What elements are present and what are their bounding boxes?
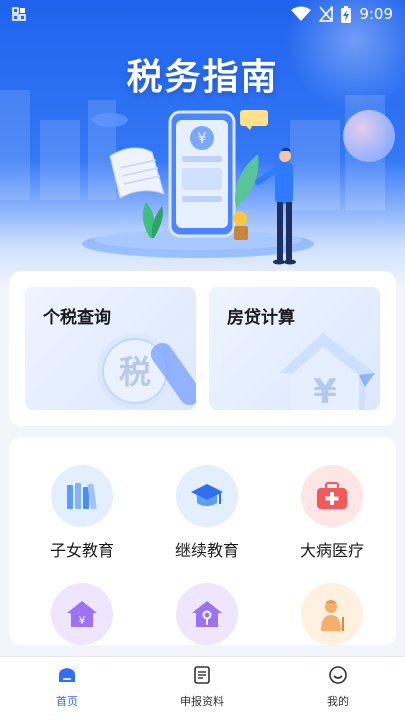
status-bar: 9:09 bbox=[0, 0, 405, 28]
mortgage-calc-card[interactable]: 房贷计算 ¥ bbox=[209, 287, 380, 410]
battery-charging-icon bbox=[341, 5, 352, 23]
tab-home[interactable]: 首页 bbox=[27, 665, 107, 709]
building-decoration bbox=[40, 120, 80, 200]
deduction-services-panel: 子女教育 继续教育 大病医疗 ¥ bbox=[9, 437, 396, 645]
service-housing-rent[interactable] bbox=[152, 583, 262, 645]
house-yuan-icon: ¥ bbox=[51, 583, 113, 645]
service-label: 子女教育 bbox=[49, 541, 114, 560]
tab-mine[interactable]: 我的 bbox=[298, 665, 378, 709]
svg-text:¥: ¥ bbox=[79, 614, 86, 627]
wifi-icon bbox=[291, 6, 312, 21]
qr-icon bbox=[12, 7, 26, 21]
tax-emblem: 税 bbox=[119, 353, 151, 391]
service-serious-illness[interactable]: 大病医疗 bbox=[277, 465, 387, 561]
service-housing-loan[interactable]: ¥ bbox=[27, 583, 137, 645]
service-label: 继续教育 bbox=[174, 541, 239, 560]
home-icon bbox=[59, 668, 75, 682]
service-continuing-education[interactable]: 继续教育 bbox=[152, 465, 262, 561]
status-time: 9:09 bbox=[359, 5, 393, 23]
magnifier-tax-icon: 税 bbox=[97, 333, 196, 409]
tax-query-card[interactable]: 个税查询 税 bbox=[25, 287, 196, 410]
tab-home-label: 首页 bbox=[56, 695, 78, 708]
no-sim-icon bbox=[319, 6, 334, 22]
hero-title: 税务指南 bbox=[126, 57, 279, 98]
service-elderly-support[interactable] bbox=[277, 583, 387, 645]
books-icon bbox=[51, 465, 113, 527]
document-icon bbox=[194, 666, 210, 684]
graduation-cap-icon bbox=[176, 465, 238, 527]
service-children-education[interactable]: 子女教育 bbox=[27, 465, 137, 561]
smile-icon bbox=[329, 666, 347, 684]
elderly-icon bbox=[301, 583, 363, 645]
tab-mine-label: 我的 bbox=[327, 695, 349, 708]
hero-banner: 9:09 税务指南 ¥ bbox=[0, 0, 405, 290]
tax-illustration: ¥ bbox=[82, 110, 314, 265]
building-decoration bbox=[0, 90, 30, 200]
house-yuan-icon: ¥ bbox=[279, 333, 375, 410]
phone-yuan-symbol: ¥ bbox=[198, 131, 207, 147]
tab-declaration-materials[interactable]: 申报资料 bbox=[162, 665, 242, 709]
tab-declaration-label: 申报资料 bbox=[180, 695, 224, 708]
query-panel: 个税查询 税 房贷计算 ¥ bbox=[9, 271, 396, 426]
yuan-emblem: ¥ bbox=[313, 372, 337, 410]
bottom-nav: 首页 申报资料 我的 bbox=[0, 656, 405, 720]
service-label: 大病医疗 bbox=[299, 541, 364, 560]
bubble-decoration bbox=[343, 110, 395, 162]
house-key-icon bbox=[176, 583, 238, 645]
mortgage-calc-label: 房贷计算 bbox=[227, 308, 295, 328]
medical-kit-icon bbox=[301, 465, 363, 527]
